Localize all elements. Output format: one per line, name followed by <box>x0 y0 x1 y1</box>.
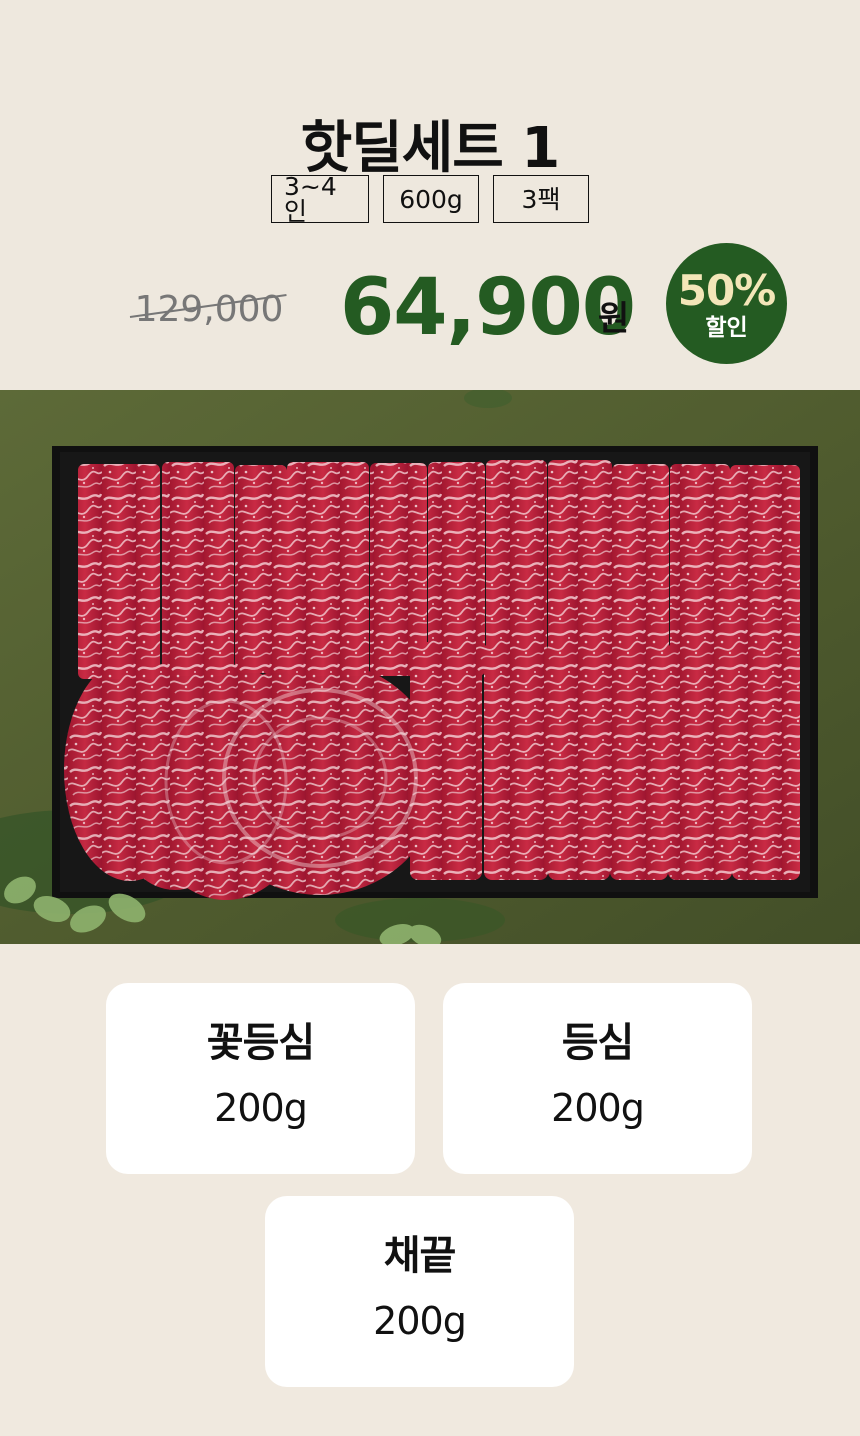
discount-label: 할인 <box>705 314 748 341</box>
product-tags: 3~4인 600g 3팩 <box>0 174 860 224</box>
product-title: 핫딜세트 1 <box>300 115 561 181</box>
component-weight: 200g <box>551 1086 645 1130</box>
component-name: 등심 <box>561 1020 635 1066</box>
component-card: 채끝 200g <box>265 1196 574 1387</box>
original-price: 129,000 <box>130 292 288 328</box>
pack-tag: 3팩 <box>493 175 589 223</box>
price-currency: 원 <box>598 299 630 339</box>
sale-price: 64,900 <box>340 263 636 353</box>
weight-tag: 600g <box>383 175 479 223</box>
component-cards: 꽃등심 200g 등심 200g 채끝 200g <box>0 983 860 1403</box>
meat-tray-illustration <box>0 390 860 944</box>
component-name: 꽃등심 <box>206 1020 315 1066</box>
discount-badge: 50% 할인 <box>666 243 787 364</box>
component-weight: 200g <box>214 1086 308 1130</box>
component-weight: 200g <box>373 1299 467 1343</box>
component-card: 등심 200g <box>443 983 752 1174</box>
product-image <box>0 390 860 944</box>
serving-tag: 3~4인 <box>271 174 369 224</box>
component-name: 채끝 <box>383 1233 457 1279</box>
component-card: 꽃등심 200g <box>106 983 415 1174</box>
discount-rate: 50% <box>677 266 777 316</box>
product-header: 핫딜세트 1 3~4인 600g 3팩 129,000 64,900 원 50%… <box>0 0 860 390</box>
